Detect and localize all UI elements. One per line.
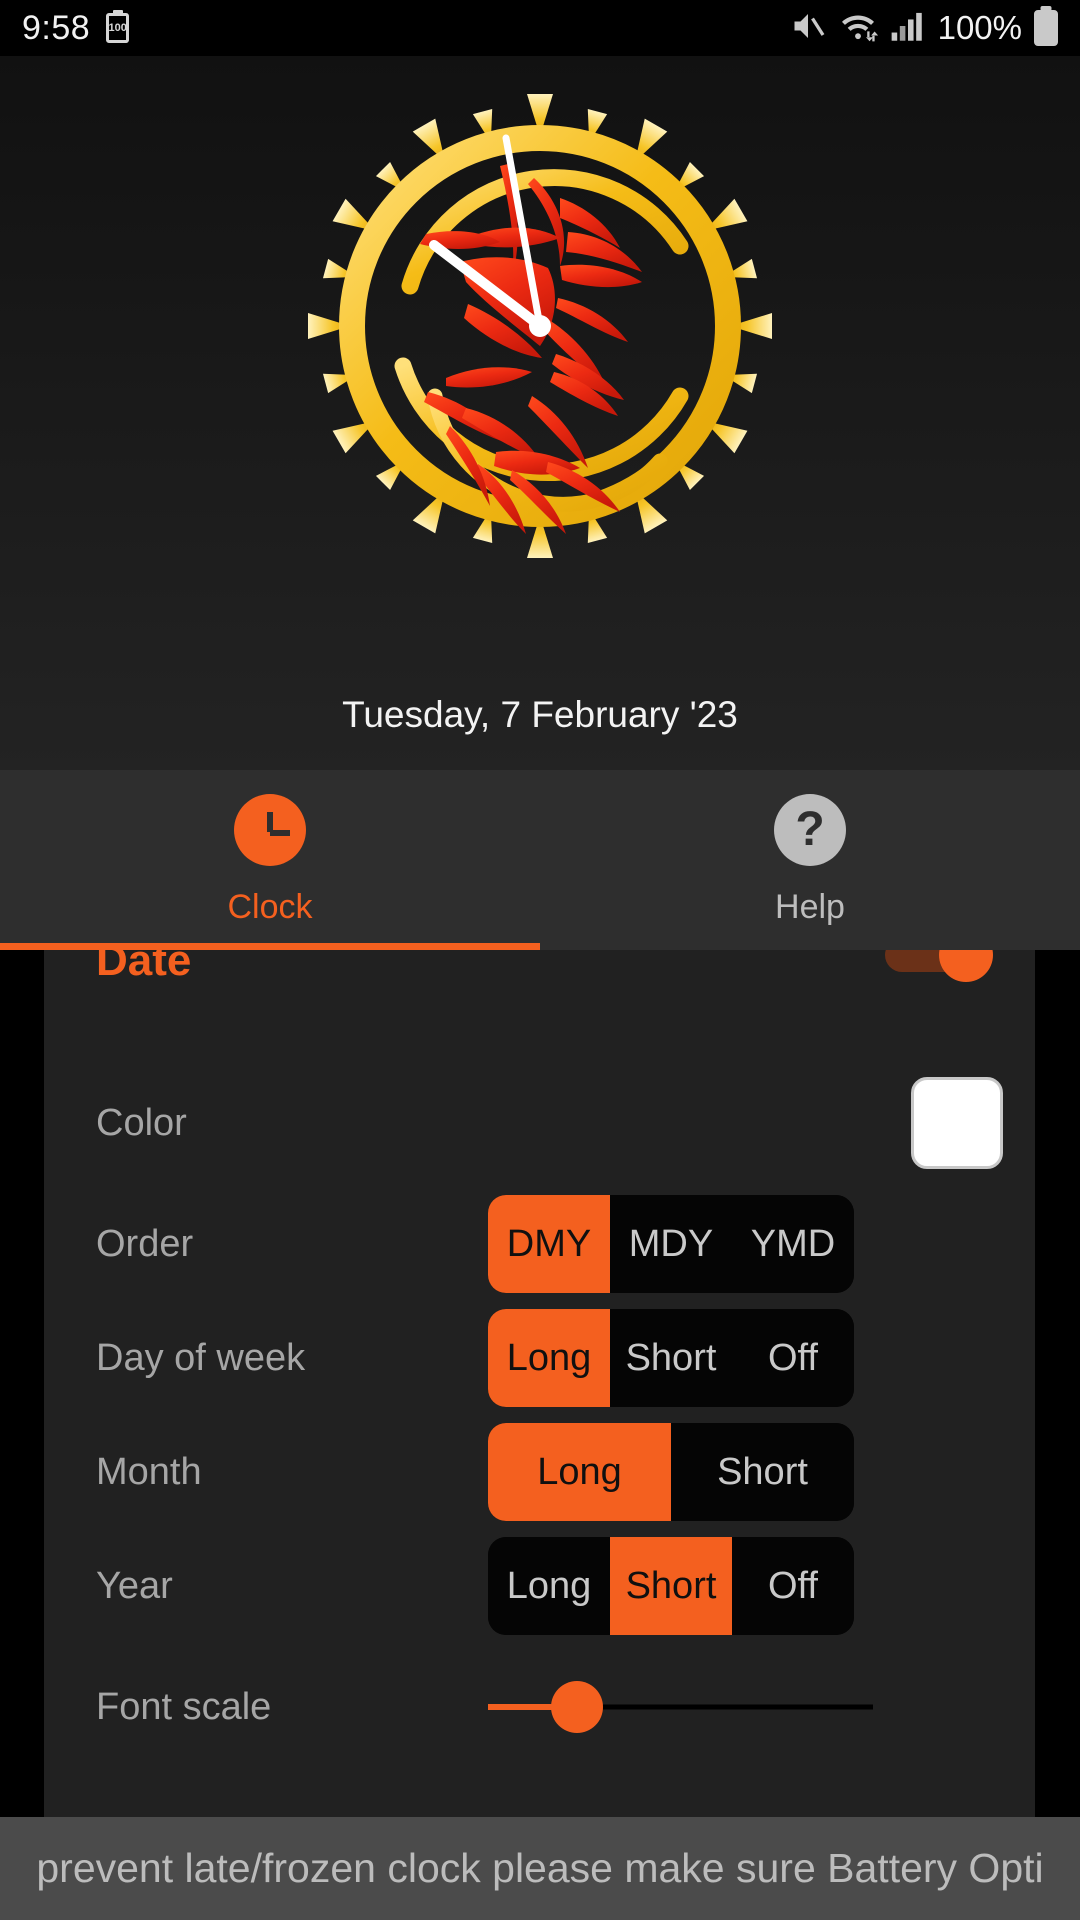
- battery-percent-label: 100%: [937, 9, 1022, 46]
- battery-saver-icon: 100: [106, 13, 130, 43]
- status-bar-clock: 9:58: [22, 8, 91, 47]
- year-option-long[interactable]: Long: [488, 1537, 610, 1635]
- order-option-mdy[interactable]: MDY: [610, 1195, 732, 1293]
- clock-center-cap: [529, 315, 551, 337]
- segmented-year: Long Short Off: [488, 1537, 854, 1635]
- signal-icon: [890, 9, 926, 48]
- status-bar-right: 100%: [790, 8, 1058, 49]
- month-option-short[interactable]: Short: [671, 1423, 854, 1521]
- app-root: 9:58 100 100% Tuesday, 7 February '23 Cl…: [0, 0, 1080, 1920]
- row-month: Month Long Short: [44, 1415, 1035, 1529]
- row-font-scale-label: Font scale: [96, 1685, 272, 1728]
- date-settings-card: Date Color Order DMY MDY YMD Day of week…: [44, 950, 1035, 1820]
- order-option-ymd[interactable]: YMD: [732, 1195, 854, 1293]
- row-font-scale: Font scale: [44, 1650, 1035, 1764]
- row-color-label: Color: [96, 1101, 187, 1144]
- battery-icon: [1034, 10, 1058, 46]
- row-year-control: Long Short Off: [444, 1537, 1035, 1635]
- row-day-of-week-control: Long Short Off: [444, 1309, 1035, 1407]
- segmented-order: DMY MDY YMD: [488, 1195, 854, 1293]
- font-scale-slider[interactable]: [488, 1677, 873, 1737]
- row-color-control: [444, 1077, 1035, 1169]
- day-of-week-option-short[interactable]: Short: [610, 1309, 732, 1407]
- tab-bar: Clock ? Help: [0, 770, 1080, 950]
- clock-date-label: Tuesday, 7 February '23: [342, 694, 738, 735]
- clock-icon: [234, 793, 306, 866]
- analog-clock[interactable]: [260, 66, 820, 586]
- day-of-week-option-off[interactable]: Off: [732, 1309, 854, 1407]
- clock-preview-area: Tuesday, 7 February '23: [0, 56, 1080, 770]
- year-option-short[interactable]: Short: [610, 1537, 732, 1635]
- tab-clock-label: Clock: [227, 887, 313, 926]
- toggle-thumb: [939, 950, 993, 982]
- row-month-label: Month: [96, 1450, 202, 1493]
- row-order: Order DMY MDY YMD: [44, 1187, 1035, 1301]
- status-bar-left: 9:58 100: [22, 8, 130, 48]
- segmented-month: Long Short: [488, 1423, 854, 1521]
- month-option-long[interactable]: Long: [488, 1423, 671, 1521]
- settings-scroll-area[interactable]: Date Color Order DMY MDY YMD Day of week…: [0, 950, 1080, 1820]
- row-order-control: DMY MDY YMD: [444, 1195, 1035, 1293]
- tab-clock[interactable]: Clock: [0, 770, 540, 950]
- mute-icon: [790, 8, 826, 49]
- section-title-date: Date: [96, 950, 192, 985]
- row-font-scale-control: [444, 1677, 1035, 1737]
- tab-active-indicator: [0, 943, 540, 950]
- toast-message: prevent late/frozen clock please make su…: [0, 1817, 1080, 1920]
- question-mark-icon: ?: [774, 793, 846, 866]
- wifi-icon: [838, 8, 878, 49]
- status-bar: 9:58 100 100%: [0, 0, 1080, 56]
- slider-thumb[interactable]: [550, 1681, 603, 1733]
- clock-face: [308, 94, 772, 558]
- row-day-of-week: Day of week Long Short Off: [44, 1301, 1035, 1415]
- year-option-off[interactable]: Off: [732, 1537, 854, 1635]
- color-swatch-button[interactable]: [911, 1077, 1003, 1169]
- tab-help[interactable]: ? Help: [540, 770, 1080, 950]
- row-color[interactable]: Color: [44, 1066, 1035, 1180]
- order-option-dmy[interactable]: DMY: [488, 1195, 610, 1293]
- row-year-label: Year: [96, 1564, 173, 1607]
- row-year: Year Long Short Off: [44, 1529, 1035, 1643]
- row-day-of-week-label: Day of week: [96, 1336, 306, 1379]
- row-order-label: Order: [96, 1222, 194, 1265]
- segmented-day-of-week: Long Short Off: [488, 1309, 854, 1407]
- tab-help-label: Help: [775, 887, 845, 926]
- row-month-control: Long Short: [444, 1423, 1035, 1521]
- date-enabled-toggle[interactable]: [885, 950, 993, 982]
- toast-text: prevent late/frozen clock please make su…: [36, 1845, 1044, 1891]
- day-of-week-option-long[interactable]: Long: [488, 1309, 610, 1407]
- battery-saver-label: 100: [108, 21, 127, 34]
